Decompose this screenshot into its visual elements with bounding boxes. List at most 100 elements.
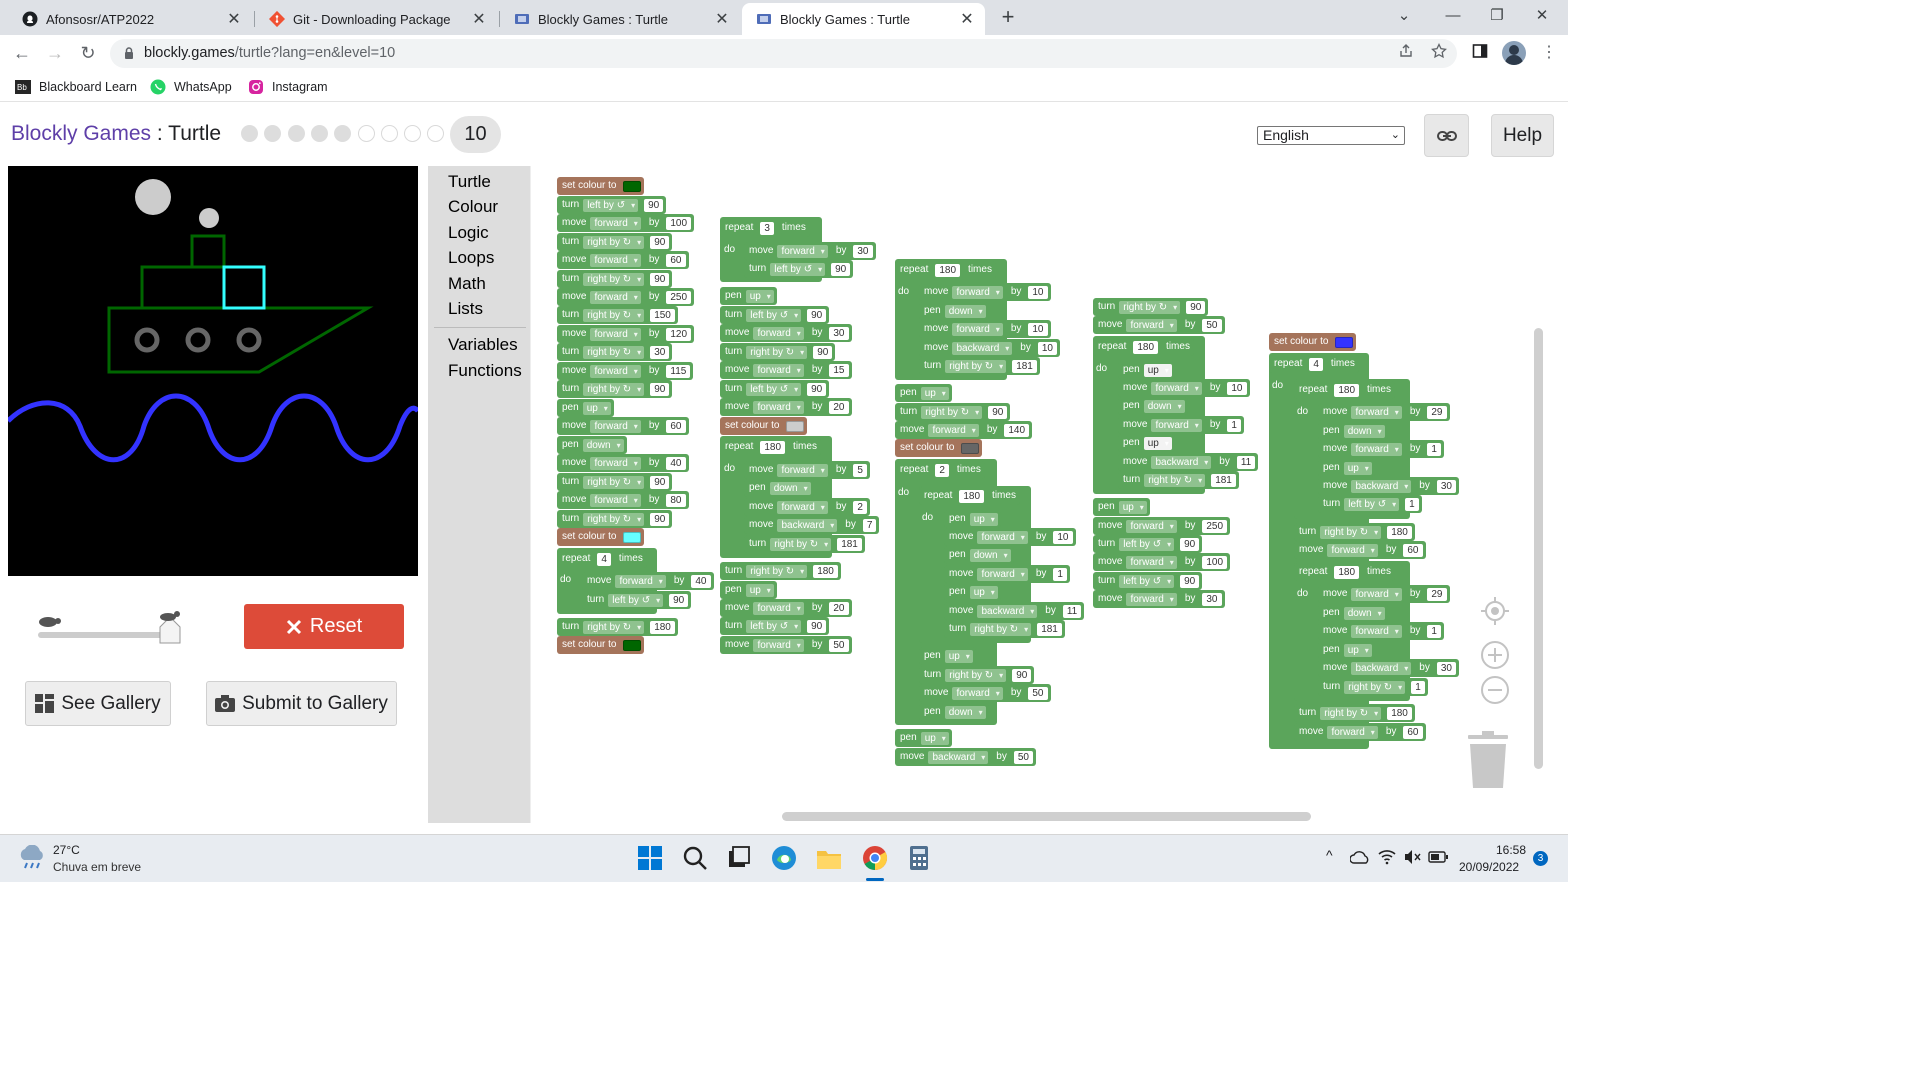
block-number-field[interactable]: 250 [666,290,692,304]
turn-block[interactable]: turnright by ↻ 90 [919,666,1035,684]
move-block[interactable]: moveforward by 10 [919,283,1051,301]
wifi-icon[interactable] [1378,849,1396,865]
block-dropdown[interactable]: left by ↺ [746,382,802,396]
blockly-games-link[interactable]: Blockly Games [11,122,151,145]
block-dropdown[interactable]: up [582,401,611,415]
chrome-icon[interactable] [862,845,888,871]
block-dropdown[interactable]: forward [590,364,641,378]
pen-block[interactable]: pen up [720,581,777,599]
block-dropdown[interactable]: right by ↻ [583,272,645,286]
block-dropdown[interactable]: right by ↻ [583,345,645,359]
block-number-field[interactable]: 181 [1037,622,1062,636]
new-tab-button[interactable]: + [996,6,1020,30]
block-dropdown[interactable]: up [969,512,998,526]
block-number-field[interactable]: 29 [1427,587,1447,601]
tab-search-icon[interactable]: ⌄ [1384,4,1424,28]
move-block[interactable]: moveforward by 50 [1093,316,1225,334]
level-dot-5[interactable] [334,125,352,142]
block-number-field[interactable]: 181 [837,537,862,551]
block-dropdown[interactable]: forward [777,463,828,477]
move-block[interactable]: moveforward by 40 [557,454,689,472]
block-number-field[interactable]: 20 [829,601,849,615]
move-block[interactable]: moveforward by 60 [557,417,689,435]
block-dropdown[interactable]: left by ↺ [746,619,802,633]
block-number-field[interactable]: 90 [650,512,670,526]
block-number-field[interactable]: 180 [935,263,961,277]
turn-block[interactable]: turnright by ↻ 180 [1294,523,1415,541]
block-dropdown[interactable]: down [969,548,1011,562]
block-number-field[interactable]: 90 [807,619,827,633]
block-number-field[interactable]: 90 [650,382,670,396]
repeat-block[interactable]: repeat 2 times [895,461,985,479]
avatar[interactable] [1502,41,1526,65]
level-dot-9[interactable] [427,125,445,142]
block-dropdown[interactable]: up [920,386,949,400]
turn-block[interactable]: turnleft by ↺ 90 [582,591,692,609]
move-block[interactable]: movebackward by 11 [944,602,1085,620]
turn-block[interactable]: turnright by ↻ 90 [557,380,673,398]
bookmark-blackboard[interactable]: Bb Blackboard Learn [15,78,137,96]
set-colour-block[interactable]: set colour to [557,177,645,195]
block-number-field[interactable]: 50 [1028,686,1048,700]
edge-icon[interactable] [771,845,797,871]
block-dropdown[interactable]: forward [1327,543,1378,557]
onedrive-icon[interactable] [1350,850,1370,864]
calculator-icon[interactable] [906,845,932,871]
close-icon[interactable]: ✕ [714,9,730,29]
turn-block[interactable]: turnright by ↻ 181 [1118,471,1239,489]
block-number-field[interactable]: 180 [959,489,985,503]
block-dropdown[interactable]: backward [1351,479,1412,493]
block-dropdown[interactable]: up [1343,461,1372,475]
block-dropdown[interactable]: backward [1351,661,1412,675]
turn-block[interactable]: turnright by ↻ 181 [919,357,1040,375]
move-block[interactable]: movebackward by 30 [1318,659,1459,677]
block-number-field[interactable]: 90 [1180,537,1200,551]
block-number-field[interactable]: 90 [1180,574,1200,588]
block-dropdown[interactable]: up [944,649,973,663]
move-block[interactable]: moveforward by 50 [720,636,852,654]
share-icon[interactable] [1398,43,1414,59]
block-dropdown[interactable]: down [1343,424,1385,438]
block-dropdown[interactable]: forward [777,244,828,258]
block-dropdown[interactable]: right by ↻ [746,345,808,359]
search-icon[interactable] [682,845,708,871]
block-number-field[interactable]: 30 [650,345,670,359]
move-block[interactable]: moveforward by 29 [1318,585,1450,603]
move-block[interactable]: moveforward by 20 [720,398,852,416]
volume-muted-icon[interactable] [1403,849,1421,865]
clock-date[interactable]: 20/09/2022 [1459,860,1519,874]
block-dropdown[interactable]: forward [590,327,641,341]
repeat-block[interactable]: repeat 180 times [720,438,821,456]
block-number-field[interactable]: 115 [666,364,691,378]
block-dropdown[interactable]: forward [753,326,804,340]
reset-button[interactable]: Reset [244,604,404,649]
move-block[interactable]: movebackward by 50 [895,748,1036,766]
block-dropdown[interactable]: left by ↺ [608,593,664,607]
block-dropdown[interactable]: right by ↻ [921,405,983,419]
pen-block[interactable]: pen down [1318,604,1388,622]
block-number-field[interactable]: 10 [1028,285,1048,299]
block-dropdown[interactable]: forward [1126,318,1177,332]
move-block[interactable]: movebackward by 7 [744,516,880,534]
speed-slider-thumb[interactable] [157,609,183,645]
block-number-field[interactable]: 90 [831,262,851,276]
minimize-icon[interactable]: — [1433,4,1473,28]
block-number-field[interactable]: 20 [829,400,849,414]
side-panel-icon[interactable] [1472,43,1488,59]
block-number-field[interactable]: 90 [1012,668,1032,682]
block-dropdown[interactable]: down [1343,606,1385,620]
block-number-field[interactable]: 30 [1202,592,1222,606]
toolbox-category-lists[interactable]: Lists [448,299,483,319]
set-colour-block[interactable]: set colour to [895,439,983,457]
vertical-scrollbar[interactable] [1534,328,1543,769]
turn-block[interactable]: turnright by ↻ 1 [1318,678,1428,696]
block-number-field[interactable]: 30 [829,326,849,340]
move-block[interactable]: moveforward by 40 [582,572,714,590]
block-dropdown[interactable]: up [920,731,949,745]
turn-block[interactable]: turnright by ↻ 180 [1294,704,1415,722]
move-block[interactable]: moveforward by 1 [1118,416,1244,434]
block-number-field[interactable]: 1 [1053,567,1067,581]
colour-swatch[interactable] [786,420,805,432]
block-number-field[interactable]: 7 [862,518,877,532]
move-block[interactable]: moveforward by 30 [744,242,876,260]
